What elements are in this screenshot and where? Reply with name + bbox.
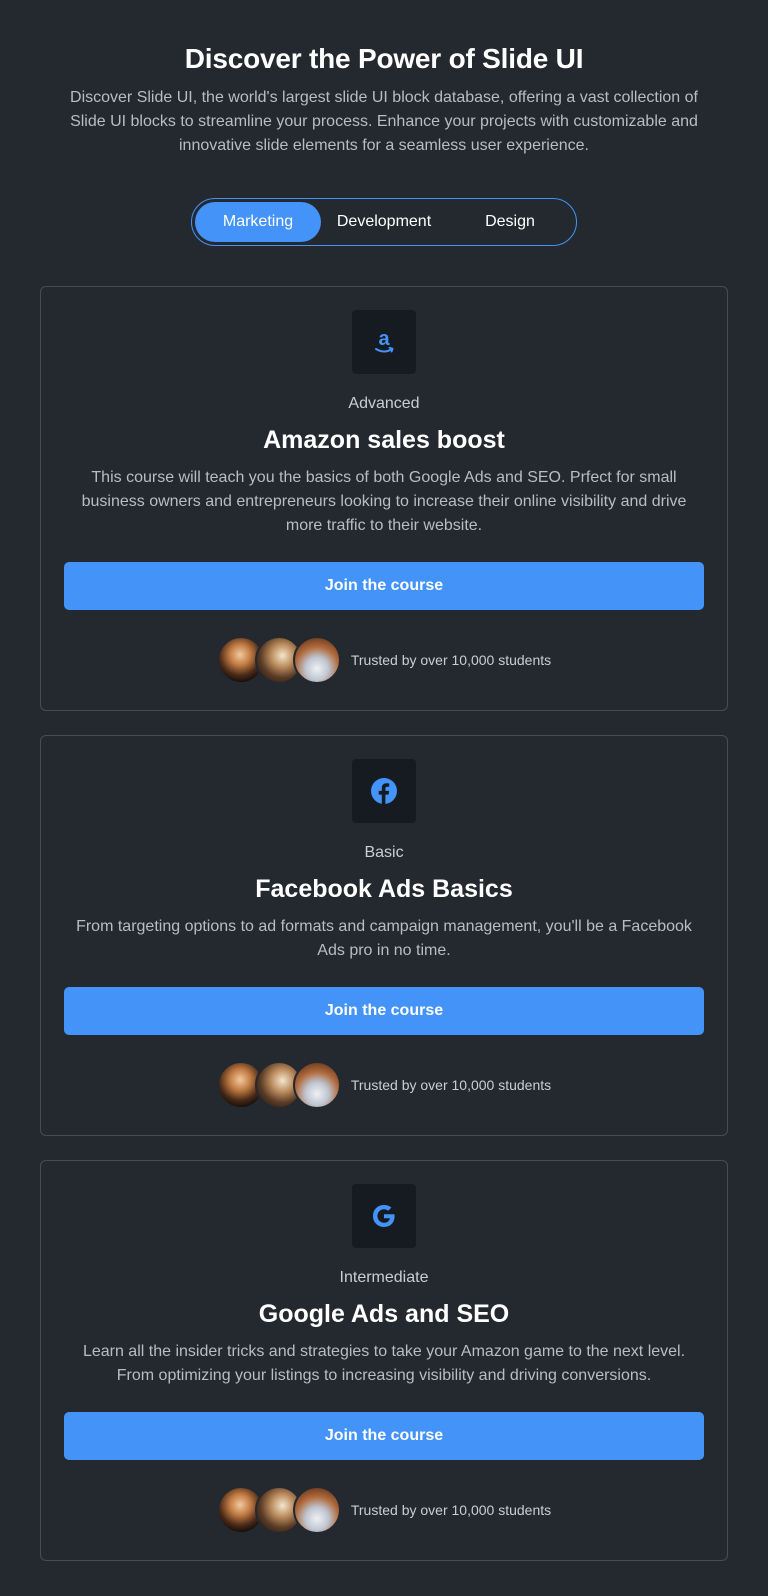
tab-development[interactable]: Development: [321, 202, 447, 242]
trust-text: Trusted by over 10,000 students: [350, 652, 552, 668]
trust-text: Trusted by over 10,000 students: [350, 1502, 552, 1518]
course-title: Facebook Ads Basics: [255, 875, 513, 903]
tab-design[interactable]: Design: [447, 202, 573, 242]
course-description: This course will teach you the basics of…: [81, 469, 687, 534]
facebook-icon: [371, 778, 397, 804]
course-level: Basic: [364, 844, 404, 861]
course-card-facebook: Basic Facebook Ads Basics From targeting…: [40, 735, 728, 1136]
trust-row: Trusted by over 10,000 students: [64, 1486, 704, 1534]
tab-marketing[interactable]: Marketing: [195, 202, 321, 242]
trust-row: Trusted by over 10,000 students: [64, 636, 704, 684]
page: Discover the Power of Slide UI Discover …: [0, 0, 768, 1561]
amazon-icon: a: [375, 328, 394, 353]
trust-text: Trusted by over 10,000 students: [350, 1077, 552, 1093]
join-course-button[interactable]: Join the course: [64, 562, 704, 610]
course-description: From targeting options to ad formats and…: [76, 918, 692, 959]
course-logo: [352, 759, 416, 823]
course-card-amazon: a Advanced Amazon sales boost This cours…: [40, 286, 728, 711]
avatar: [292, 1486, 341, 1534]
avatar-group: [216, 1061, 341, 1109]
google-icon: [373, 1205, 395, 1227]
course-description: Learn all the insider tricks and strateg…: [82, 1343, 686, 1384]
category-tabs: Marketing Development Design: [191, 198, 577, 246]
svg-text:a: a: [378, 328, 390, 350]
join-course-button[interactable]: Join the course: [64, 1412, 704, 1460]
course-level: Intermediate: [339, 1269, 429, 1286]
tabs-wrapper: Marketing Development Design: [40, 198, 728, 246]
course-list: a Advanced Amazon sales boost This cours…: [40, 286, 728, 1561]
header: Discover the Power of Slide UI Discover …: [40, 0, 728, 158]
page-subtitle: Discover Slide UI, the world's largest s…: [70, 89, 698, 154]
course-title: Google Ads and SEO: [258, 1300, 510, 1328]
avatar: [292, 1061, 341, 1109]
course-card-google: Intermediate Google Ads and SEO Learn al…: [40, 1160, 728, 1561]
trust-row: Trusted by over 10,000 students: [64, 1061, 704, 1109]
course-title: Amazon sales boost: [263, 426, 505, 454]
avatar-group: [216, 636, 341, 684]
course-level: Advanced: [348, 395, 420, 412]
course-logo: a: [352, 310, 416, 374]
join-course-button[interactable]: Join the course: [64, 987, 704, 1035]
course-logo: [352, 1184, 416, 1248]
avatar: [292, 636, 341, 684]
avatar-group: [216, 1486, 341, 1534]
page-title: Discover the Power of Slide UI: [184, 43, 584, 74]
